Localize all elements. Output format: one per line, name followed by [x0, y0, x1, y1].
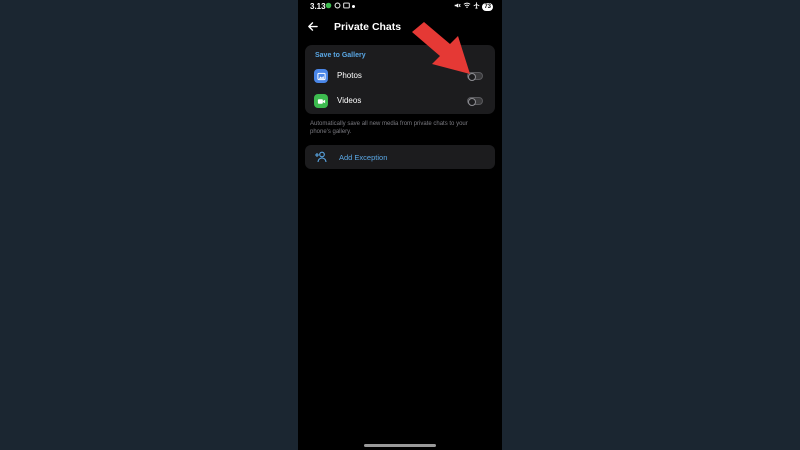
- section-title: Save to Gallery: [315, 52, 366, 59]
- status-bar: 3.13 73: [298, 0, 502, 14]
- red-annotation-arrow-icon: [412, 22, 470, 74]
- add-user-icon: [314, 150, 328, 164]
- screen-stage: 3.13 73 Private Chats Save to Gallery Ph…: [0, 0, 800, 450]
- add-exception-label: Add Exception: [339, 153, 388, 162]
- mute-icon: [454, 2, 461, 11]
- gallery-icon: [343, 2, 350, 11]
- notification-dot: [352, 5, 355, 8]
- videos-row[interactable]: Videos: [305, 90, 495, 112]
- location-icon: [334, 2, 341, 11]
- video-icon: [314, 94, 328, 108]
- photos-label: Photos: [337, 71, 362, 80]
- toggle-knob: [468, 98, 476, 106]
- battery-indicator: 73: [482, 2, 493, 11]
- arrow-left-icon: [307, 19, 318, 37]
- back-button[interactable]: [304, 20, 320, 36]
- photo-icon: [314, 69, 328, 83]
- home-indicator: [364, 444, 436, 447]
- page-title: Private Chats: [334, 21, 402, 33]
- status-left-icons: [325, 2, 355, 11]
- videos-label: Videos: [337, 96, 362, 105]
- sync-icon: [325, 2, 332, 11]
- status-right-icons: 73: [454, 2, 493, 11]
- gallery-hint-text: Automatically save all new media from pr…: [310, 121, 468, 135]
- status-time: 3.13: [310, 2, 326, 11]
- airplane-icon: [473, 2, 480, 11]
- videos-toggle[interactable]: [467, 97, 483, 106]
- add-exception-button[interactable]: Add Exception: [305, 145, 495, 169]
- wifi-icon: [463, 2, 471, 11]
